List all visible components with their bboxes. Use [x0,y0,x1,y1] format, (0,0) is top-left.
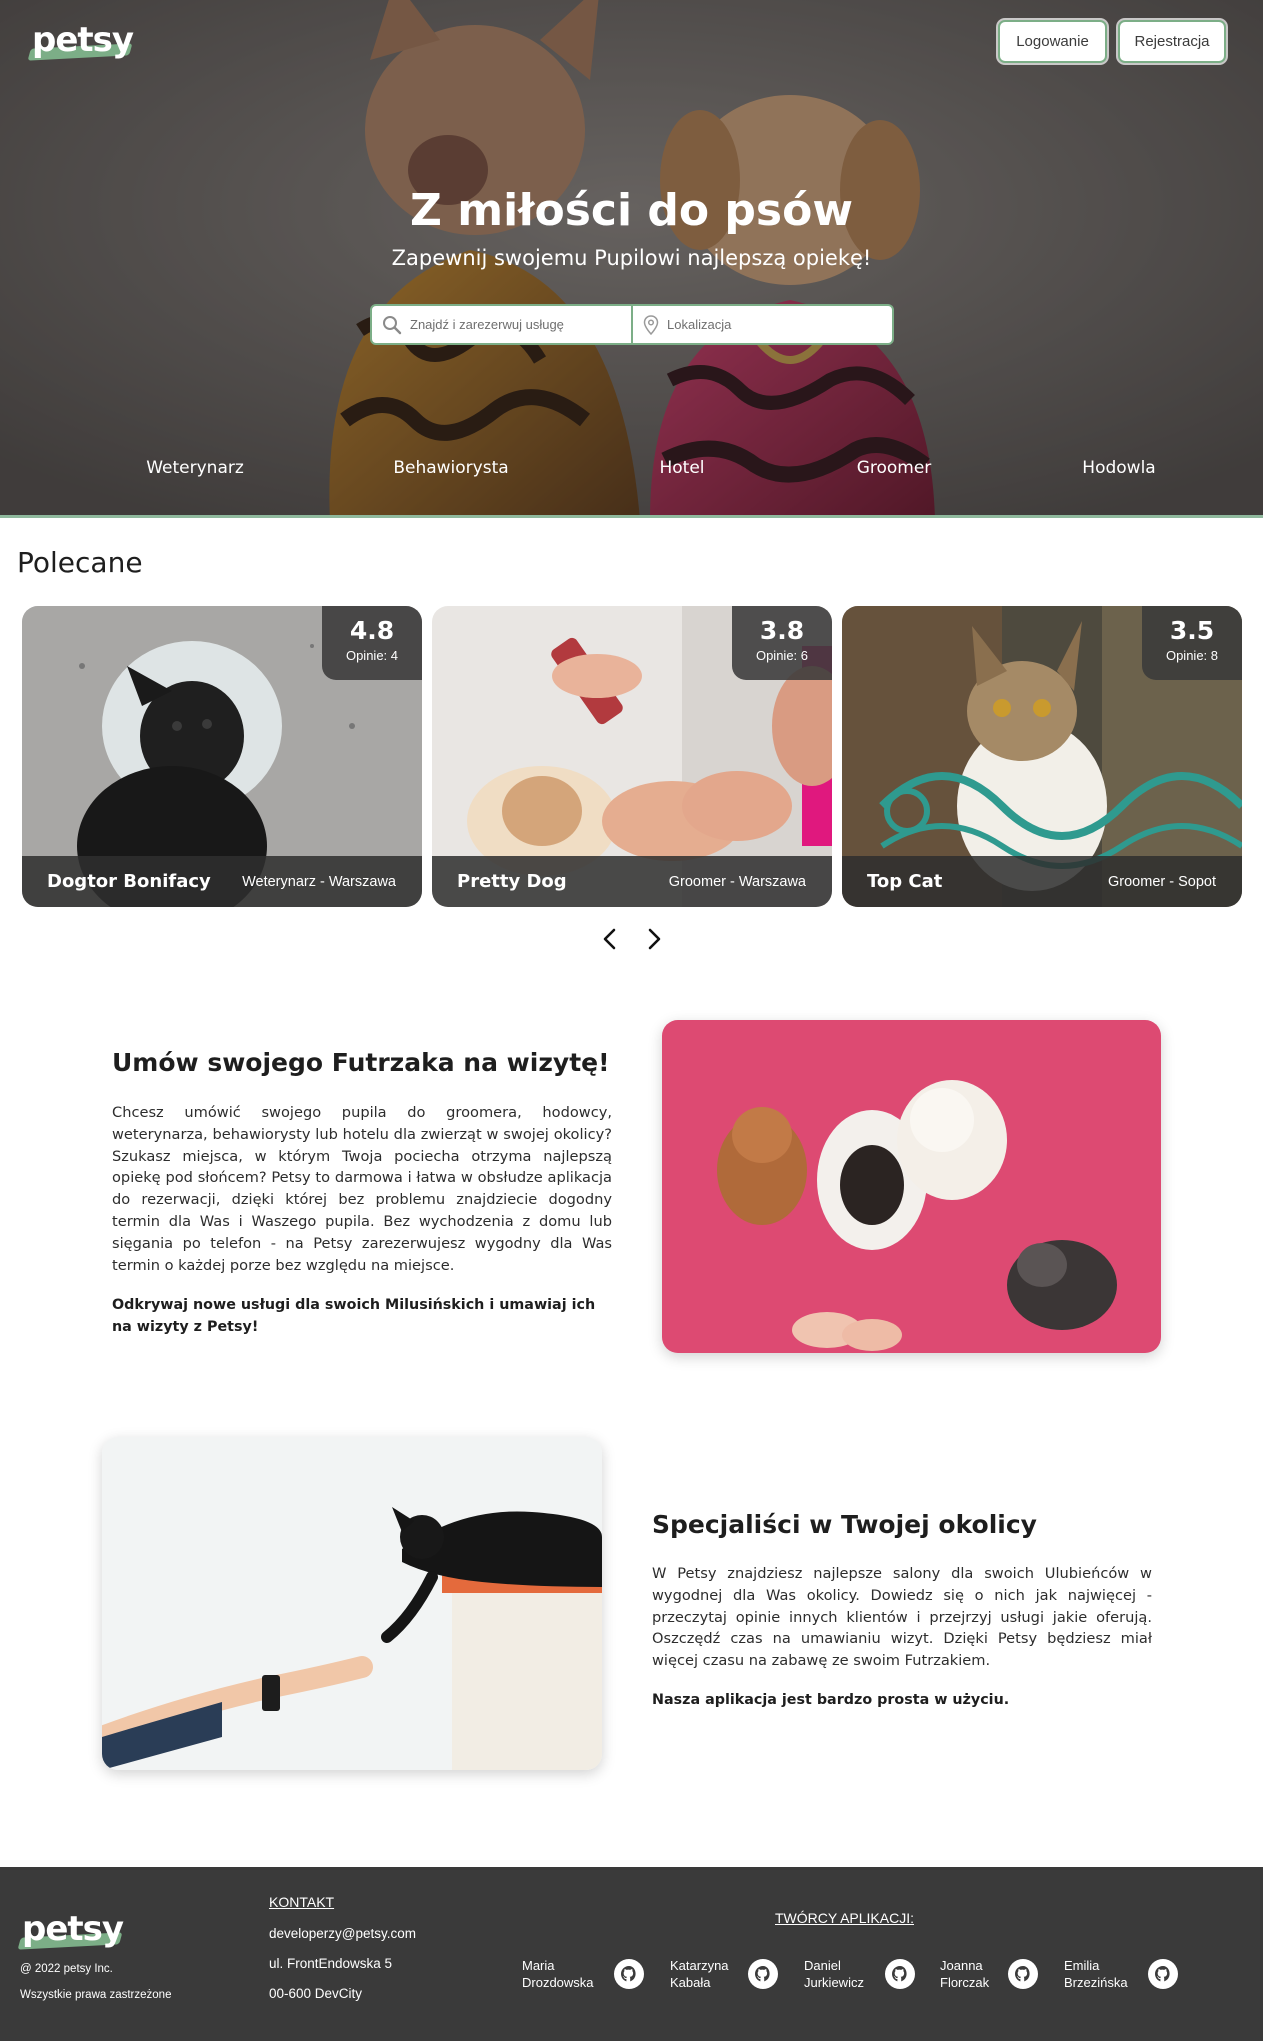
creators-heading: TWÓRCY APLIKACJI: [775,1910,914,1926]
card-meta: Weterynarz - Warszawa [242,873,396,890]
hero-header: petsy Logowanie Rejestracja Z miłości do… [0,0,1263,518]
rating-value: 3.8 [759,616,805,645]
creator-name: Katarzyna Kabała [670,1958,729,1990]
review-count: Opinie: 4 [345,648,399,663]
hero-subtitle: Zapewnij swojemu Pupilowi najlepszą opie… [391,246,872,270]
logo-text: petsy [22,1909,124,1949]
search-icon [383,315,402,334]
category-hodowla[interactable]: Hodowla [1082,458,1155,478]
contact-street: ul. FrontEndowska 5 [269,1956,393,1971]
section-specialists-highlight: Nasza aplikacja jest bardzo prosta w uży… [652,1692,1010,1708]
location-field[interactable] [631,306,892,343]
card-caption: Dogtor Bonifacy Weterynarz - Warszawa [22,856,422,907]
github-icon[interactable] [614,1959,644,1989]
featured-card[interactable]: 3.5 Opinie: 8 Top Cat Groomer - Sopot [842,606,1242,907]
featured-title: Polecane [17,546,143,579]
rating-badge: 3.5 Opinie: 8 [1142,606,1242,680]
github-icon[interactable] [748,1959,778,1989]
section-appointment-title: Umów swojego Futrzaka na wizytę! [112,1048,610,1077]
footer-petsy-logo[interactable]: petsy [17,1909,128,1955]
category-weterynarz[interactable]: Weterynarz [146,458,244,478]
contact-heading: KONTAKT [269,1894,335,1910]
creator-name: Emilia Brzezińska [1064,1958,1128,1990]
category-nav: Weterynarz Behawiorysta Hotel Groomer Ho… [0,458,1263,486]
creator: Joanna Florczak [940,1957,1038,1991]
creator-name: Daniel Jurkiewicz [804,1958,864,1990]
github-icon[interactable] [885,1959,915,1989]
card-name: Dogtor Bonifacy [47,871,211,892]
card-meta: Groomer - Warszawa [668,873,806,890]
featured-card[interactable]: 3.8 Opinie: 6 Pretty Dog Groomer - Warsz… [432,606,832,907]
card-name: Top Cat [867,871,943,892]
category-hotel[interactable]: Hotel [659,458,704,478]
footer: petsy @ 2022 petsy Inc. Wszystkie prawa … [0,1867,1263,2041]
location-pin-icon [643,314,659,335]
location-input[interactable] [667,317,892,332]
card-name: Pretty Dog [457,871,567,892]
login-button[interactable]: Logowanie [998,20,1107,63]
rating-value: 4.8 [349,616,395,645]
review-count: Opinie: 6 [755,648,809,663]
rights-reserved: Wszystkie prawa zastrzeżone [20,1989,172,2001]
category-groomer[interactable]: Groomer [857,458,932,478]
github-icon[interactable] [1148,1959,1178,1989]
logo-text: petsy [32,20,134,60]
category-behawiorysta[interactable]: Behawiorysta [393,458,508,478]
petsy-logo[interactable]: petsy [27,20,138,66]
creator-name: Maria Drozdowska [522,1958,594,1990]
copyright: @ 2022 petsy Inc. [20,1963,113,1975]
github-icon[interactable] [1008,1959,1038,1989]
section-specialists-title: Specjaliści w Twojej okolicy [652,1510,1037,1539]
register-button[interactable]: Rejestracja [1118,20,1226,63]
featured-card[interactable]: 4.8 Opinie: 4 Dogtor Bonifacy Weterynarz… [22,606,422,907]
contact-email[interactable]: developerzy@petsy.com [269,1926,416,1941]
service-search-field[interactable] [372,306,631,343]
creator-name: Joanna Florczak [940,1958,990,1990]
card-caption: Top Cat Groomer - Sopot [842,856,1242,907]
creator: Emilia Brzezińska [1064,1957,1178,1991]
card-meta: Groomer - Sopot [1108,873,1216,890]
search-bar [370,304,894,345]
service-search-input[interactable] [410,317,631,332]
section-appointment-text: Chcesz umówić swojego pupila do groomera… [112,1104,612,1274]
rating-badge: 4.8 Opinie: 4 [322,606,422,680]
creator: Daniel Jurkiewicz [804,1957,915,1991]
creator: Maria Drozdowska [522,1957,644,1991]
chevron-right-icon[interactable] [641,926,667,952]
chevron-left-icon[interactable] [597,926,623,952]
rating-badge: 3.8 Opinie: 6 [732,606,832,680]
cat-and-hand-photo [102,1437,602,1770]
section-appointment-highlight: Odkrywaj nowe usługi dla swoich Milusińs… [112,1297,596,1335]
card-caption: Pretty Dog Groomer - Warszawa [432,856,832,907]
review-count: Opinie: 8 [1165,648,1219,663]
rating-value: 3.5 [1169,616,1215,645]
hero-title: Z miłości do psów [410,185,853,236]
section-specialists-text: W Petsy znajdziesz najlepsze salony dla … [652,1565,1152,1670]
creator: Katarzyna Kabała [670,1957,778,1991]
dogs-on-pink-photo [662,1020,1161,1353]
contact-city: 00-600 DevCity [269,1986,363,2001]
